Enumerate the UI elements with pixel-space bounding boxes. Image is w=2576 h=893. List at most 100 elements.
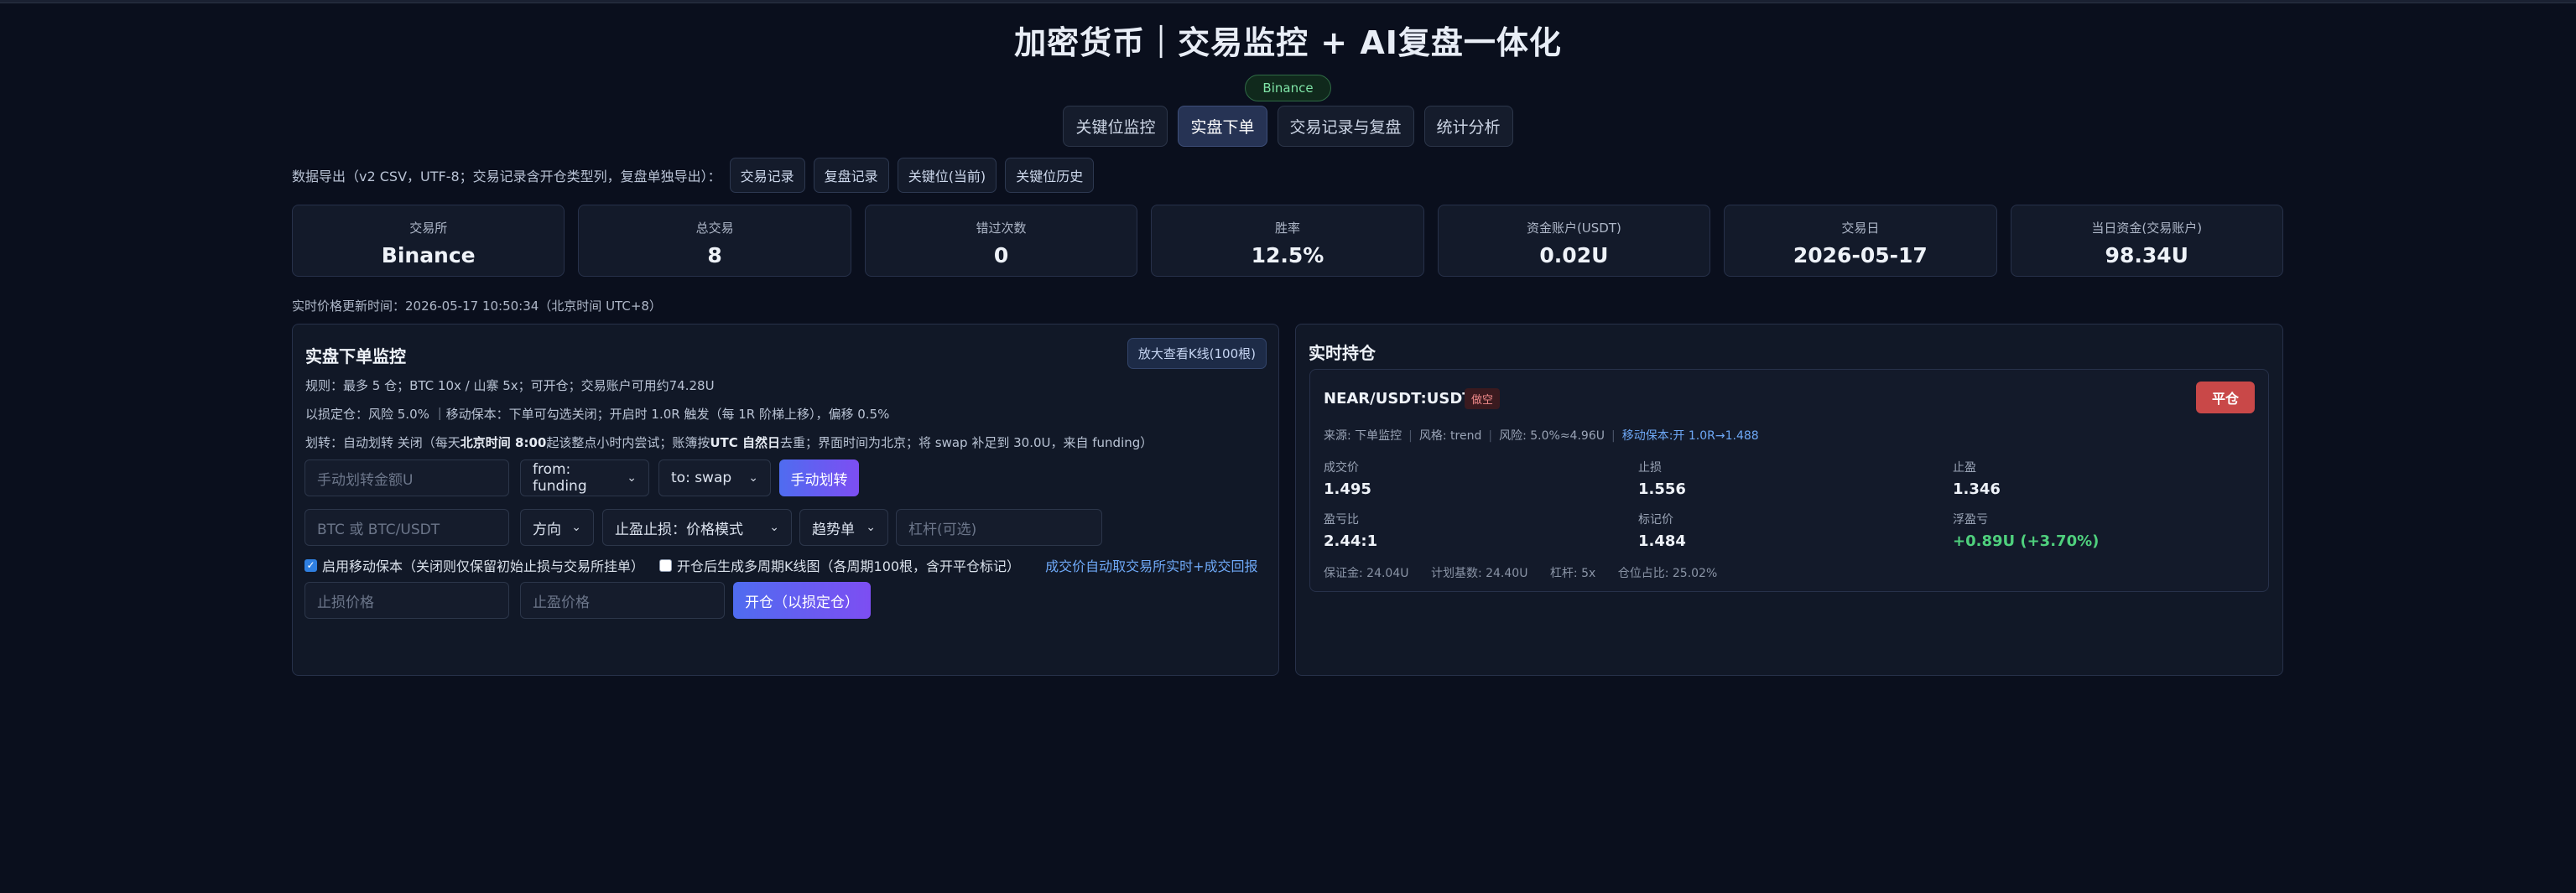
trade-style-select[interactable]: 趋势单 ⌄ (799, 509, 888, 546)
metric-value: 1.556 (1638, 480, 1686, 498)
stat-label: 总交易 (695, 221, 734, 236)
top-border (0, 0, 2576, 3)
footer-margin: 保证金: 24.04U (1324, 567, 1409, 580)
tpsl-mode-select[interactable]: 止盈止损：价格模式 ⌄ (602, 509, 792, 546)
transfer-rule-part: 划转：自动划转 关闭（每天 (305, 435, 461, 450)
export-levels-current-button[interactable]: 关键位(当前) (897, 158, 997, 193)
position-card: NEAR/USDT:USDT 做空 平仓 来源: 下单监控 | 风格: trend |… (1309, 369, 2269, 592)
direction-select[interactable]: 方向 ⌄ (520, 509, 594, 546)
positions-panel-title: 实时持仓 (1309, 343, 1376, 363)
export-levels-history-button[interactable]: 关键位历史 (1005, 158, 1095, 193)
move-breakeven-label: 启用移动保本（关闭则仅保留初始止损与交易所挂单） (322, 558, 645, 574)
export-reviews-button[interactable]: 复盘记录 (813, 158, 889, 193)
chevron-down-icon: ⌄ (571, 521, 581, 534)
meta-move-breakeven: 移动保本:开 1.0R→1.488 (1621, 429, 1759, 443)
rule-text-limits: 规则：最多 5 仓；BTC 10x / 山寨 5x；可开仓；交易账户可用约74.… (305, 378, 715, 393)
transfer-rule-day: UTC 自然日 (710, 435, 780, 450)
kline-chart-checkbox[interactable] (659, 558, 673, 572)
exchange-badge: Binance (1245, 75, 1331, 101)
transfer-to-select[interactable]: to: swap ⌄ (658, 459, 771, 496)
price-update-time: 实时价格更新时间：2026-05-17 10:50:34（北京时间 UTC+8） (292, 299, 662, 314)
stat-label: 胜率 (1274, 221, 1300, 236)
stat-value: 0 (993, 243, 1009, 267)
transfer-from-select[interactable]: from: funding ⌄ (520, 459, 649, 496)
metric-label: 盈亏比 (1324, 513, 1359, 527)
export-label: 数据导出（v2 CSV，UTF-8；交易记录含开仓类型列，复盘单独导出）： (292, 169, 721, 184)
position-symbol: NEAR/USDT:USDT (1324, 390, 1473, 408)
stat-label: 错过次数 (976, 221, 1027, 236)
close-position-button[interactable]: 平仓 (2196, 382, 2255, 413)
metric-fill-price: 成交价 1.495 (1324, 459, 1371, 498)
kline-chart-label: 开仓后生成多周期K线图（各周期100根，含开平仓标记） (677, 558, 1021, 574)
metric-value: 2.44:1 (1324, 532, 1378, 550)
metric-label: 止损 (1638, 461, 1662, 475)
order-panel-title: 实盘下单监控 (305, 346, 406, 366)
stat-label: 交易所 (409, 221, 448, 236)
transfer-rule-part: 去重；界面时间为北京；将 swap 补足到 30.0U，来自 funding） (780, 435, 1153, 450)
footer-plan-base: 计划基数: 24.40U (1430, 567, 1528, 580)
from-select-value: from: funding (533, 461, 587, 495)
tab-statistics[interactable]: 统计分析 (1423, 106, 1513, 147)
footer-position-ratio: 仓位占比: 25.02% (1617, 567, 1718, 580)
metric-value: 1.484 (1638, 532, 1686, 550)
stat-label: 当日资金(交易账户) (2091, 221, 2203, 236)
stat-card-daily-funds: 当日资金(交易账户) 98.34U (2010, 205, 2283, 277)
move-breakeven-checkbox[interactable]: ✓ (304, 558, 317, 572)
take-profit-input[interactable]: 止盈价格 (520, 582, 725, 619)
stat-card-total-trades: 总交易 8 (578, 205, 851, 277)
chevron-down-icon: ⌄ (748, 471, 758, 485)
meta-source: 来源: 下单监控 (1324, 429, 1402, 443)
trade-style-value: 趋势单 (812, 521, 855, 538)
metric-stop-loss: 止损 1.556 (1638, 459, 1686, 498)
export-bar: 数据导出（v2 CSV，UTF-8；交易记录含开仓类型列，复盘单独导出）： 交易… (292, 158, 1095, 193)
tab-live-order[interactable]: 实盘下单 (1178, 106, 1267, 147)
page-header: 加密货币｜交易监控 + AI复盘一体化 Binance (0, 17, 2576, 101)
page-title: 加密货币｜交易监控 + AI复盘一体化 (1014, 24, 1562, 61)
stat-label: 资金账户(USDT) (1526, 221, 1621, 236)
transfer-amount-input[interactable]: 手动划转金额U (304, 459, 509, 496)
export-trades-button[interactable]: 交易记录 (729, 158, 805, 193)
stat-value: 0.02U (1539, 243, 1609, 267)
tab-trade-review[interactable]: 交易记录与复盘 (1277, 106, 1414, 147)
metric-value: 1.495 (1324, 480, 1371, 498)
rule-text-transfer: 划转：自动划转 关闭（每天北京时间 8:00起该整点小时内尝试；账簿按UTC 自… (305, 434, 1153, 451)
leverage-input[interactable]: 杠杆(可选) (896, 509, 1102, 546)
stats-row: 交易所 Binance 总交易 8 错过次数 0 胜率 12.5% 资金账户(U… (292, 205, 2283, 277)
rule-text-risk: 以损定仓：风险 5.0% ｜移动保本：下单可勾选关闭；开启时 1.0R 触发（每… (305, 407, 890, 422)
stat-value: 98.34U (2105, 243, 2188, 267)
main-tabs: 关键位监控 实盘下单 交易记录与复盘 统计分析 (0, 106, 2576, 147)
metric-unrealized-pnl: 浮盈亏 +0.89U (+3.70%) (1953, 511, 2099, 550)
stat-card-trade-day: 交易日 2026-05-17 (1724, 205, 1997, 277)
meta-risk: 风险: 5.0%≈4.96U (1499, 429, 1605, 443)
manual-transfer-button[interactable]: 手动划转 (779, 459, 859, 496)
metric-label: 标记价 (1638, 513, 1673, 527)
metric-label: 止盈 (1953, 461, 1976, 475)
direction-select-value: 方向 (533, 521, 561, 538)
stop-loss-input[interactable]: 止损价格 (304, 582, 509, 619)
open-position-button[interactable]: 开仓（以损定仓） (733, 582, 871, 619)
stat-card-win-rate: 胜率 12.5% (1151, 205, 1424, 277)
transfer-rule-time: 北京时间 8:00 (460, 435, 547, 450)
position-footer: 保证金: 24.04U 计划基数: 24.40U 杠杆: 5x 仓位占比: 25… (1324, 564, 1736, 581)
fill-price-note: 成交价自动取交易所实时+成交回报 (1045, 558, 1258, 574)
stat-label: 交易日 (1841, 221, 1880, 236)
stat-card-funding-account: 资金账户(USDT) 0.02U (1437, 205, 1711, 277)
symbol-input[interactable]: BTC 或 BTC/USDT (304, 509, 509, 546)
metric-label: 浮盈亏 (1953, 513, 1988, 527)
position-meta: 来源: 下单监控 | 风格: trend | 风险: 5.0%≈4.96U | 移动保本:开… (1324, 427, 1759, 444)
stat-value: Binance (381, 243, 476, 267)
chevron-down-icon: ⌄ (769, 521, 779, 534)
stat-card-missed: 错过次数 0 (864, 205, 1138, 277)
order-monitor-panel: 实盘下单监控 放大查看K线(100根) 规则：最多 5 仓；BTC 10x / … (292, 324, 1279, 676)
tab-key-levels[interactable]: 关键位监控 (1063, 106, 1168, 147)
transfer-rule-part: 起该整点小时内尝试；账簿按 (546, 435, 710, 450)
metric-mark-price: 标记价 1.484 (1638, 511, 1686, 550)
kline-zoom-button[interactable]: 放大查看K线(100根) (1127, 338, 1267, 369)
metric-label: 成交价 (1324, 461, 1359, 475)
chevron-down-icon: ⌄ (627, 471, 637, 485)
meta-separator: | (1611, 429, 1616, 443)
meta-style: 风格: trend (1418, 429, 1482, 443)
metric-value: +0.89U (+3.70%) (1953, 532, 2100, 550)
metric-value: 1.346 (1953, 480, 2001, 498)
to-select-value: to: swap (671, 470, 732, 486)
